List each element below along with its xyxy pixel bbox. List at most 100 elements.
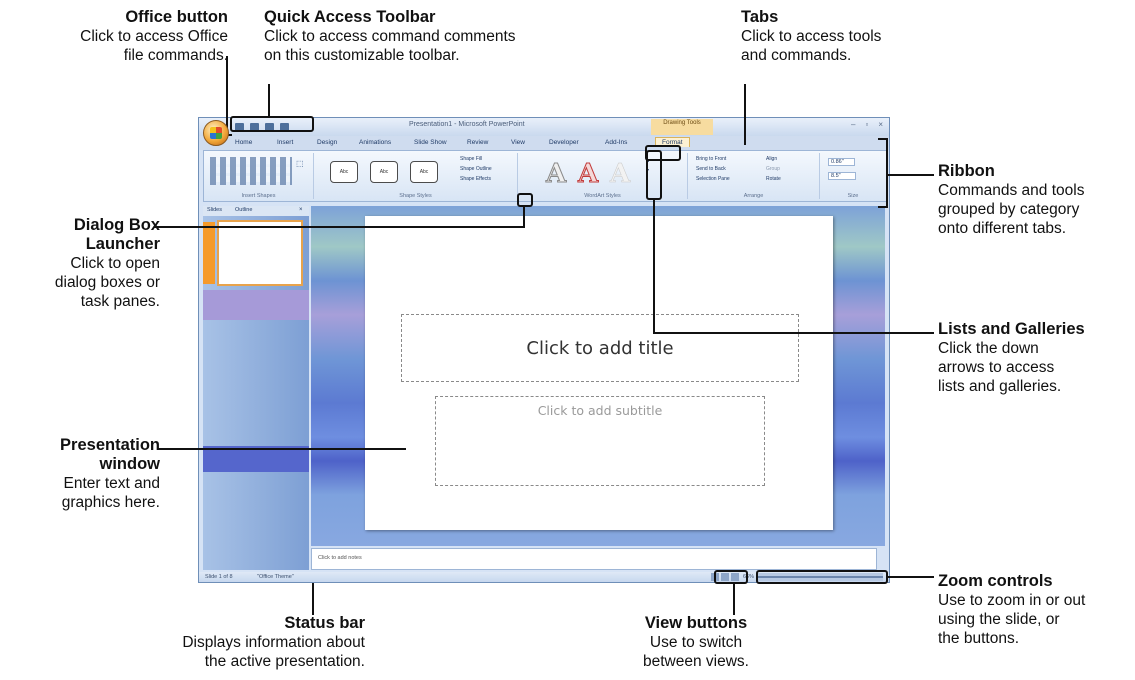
rotate-button[interactable]: Rotate: [766, 176, 781, 182]
group-arrange: Bring to Front Send to Back Selection Pa…: [688, 153, 820, 199]
maximize-icon[interactable]: ▫: [865, 120, 868, 129]
height-input[interactable]: 0.86": [828, 158, 855, 166]
window-controls: – ▫ ×: [851, 120, 883, 129]
leader-line: [523, 206, 525, 228]
tab-animations[interactable]: Animations: [359, 139, 391, 146]
slides-pane: Slides Outline ×: [203, 206, 309, 570]
callout-line: using the slide, or: [938, 611, 1060, 628]
shape-outline-button[interactable]: Shape Outline: [460, 166, 492, 172]
tab-design[interactable]: Design: [317, 139, 337, 146]
pane-band: [203, 290, 309, 320]
leader-line: [744, 84, 746, 145]
callout-title: Presentation: [60, 436, 160, 454]
slide-thumbnail[interactable]: [217, 220, 303, 286]
callout-line: Click to access tools: [741, 28, 882, 45]
width-input[interactable]: 8.5": [828, 172, 856, 180]
callout-line: Click to access Office: [80, 28, 228, 45]
minimize-icon[interactable]: –: [851, 120, 855, 129]
office-button[interactable]: [203, 120, 229, 146]
tab-slides[interactable]: Slides: [207, 207, 222, 213]
selected-slide-marker: [203, 222, 215, 284]
group-shape-styles: Abc Abc Abc Shape Fill Shape Outline Sha…: [314, 153, 518, 199]
leader-line: [226, 56, 228, 136]
leader-line: [733, 583, 735, 615]
app-title: Presentation1 - Microsoft PowerPoint: [409, 121, 525, 128]
tab-slide-show[interactable]: Slide Show: [414, 139, 447, 146]
callout-line: Use to switch: [649, 634, 743, 651]
leader-line: [154, 226, 525, 228]
callout-title: Zoom controls: [938, 572, 1053, 590]
subtitle-placeholder-text: Click to add subtitle: [537, 403, 663, 418]
callout-line: dialog boxes or: [54, 274, 160, 291]
callout-view-buttons: View buttons Use to switch between views…: [616, 614, 776, 671]
ribbon: ⬚ Insert Shapes Abc Abc Abc Shape Fill S…: [203, 150, 887, 202]
callout-title: Status bar: [284, 614, 365, 632]
wordart-style-2[interactable]: A: [577, 159, 598, 190]
callout-lists-galleries: Lists and Galleries Click the down arrow…: [938, 320, 1128, 396]
slide-canvas[interactable]: Click to add title Click to add subtitle: [365, 216, 833, 530]
close-icon[interactable]: ×: [878, 120, 883, 129]
callout-zoom-controls: Zoom controls Use to zoom in or out usin…: [938, 572, 1128, 648]
send-to-back-button[interactable]: Send to Back: [696, 166, 726, 172]
tab-home[interactable]: Home: [235, 139, 252, 146]
ribbon-tabs: Home Insert Design Animations Slide Show…: [199, 136, 889, 150]
group-label: Insert Shapes: [241, 193, 276, 199]
bring-to-front-button[interactable]: Bring to Front: [696, 156, 726, 162]
callout-title: Quick Access Toolbar: [264, 8, 436, 26]
group-label: Arrange: [743, 193, 764, 199]
edit-shape-icon[interactable]: ⬚: [296, 159, 304, 168]
shape-effects-button[interactable]: Shape Effects: [460, 176, 491, 182]
close-pane-icon[interactable]: ×: [299, 207, 303, 213]
leader-line: [886, 174, 934, 176]
tab-insert[interactable]: Insert: [277, 139, 293, 146]
callout-title: Lists and Galleries: [938, 320, 1085, 338]
callout-quick-access-toolbar: Quick Access Toolbar Click to access com…: [264, 8, 624, 65]
leader-line: [878, 206, 888, 208]
tab-view[interactable]: View: [511, 139, 525, 146]
callout-line: on this customizable toolbar.: [264, 47, 460, 64]
tab-review[interactable]: Review: [467, 139, 488, 146]
shape-style-3[interactable]: Abc: [410, 161, 438, 183]
highlight-zoom-controls: [756, 570, 888, 584]
callout-line: Click to open: [70, 255, 160, 272]
title-placeholder[interactable]: Click to add title: [401, 314, 799, 382]
leader-line: [312, 583, 314, 615]
notes-pane[interactable]: Click to add notes: [311, 548, 877, 570]
callout-line: the active presentation.: [204, 653, 365, 670]
notes-placeholder: Click to add notes: [318, 555, 362, 561]
title-placeholder-text: Click to add title: [526, 337, 674, 359]
callout-title: Ribbon: [938, 162, 995, 180]
callout-tabs: Tabs Click to access tools and commands.: [741, 8, 941, 65]
group-button[interactable]: Group: [766, 166, 780, 172]
leader-line: [268, 84, 270, 116]
highlight-gallery-arrows: [646, 150, 662, 200]
callout-line: onto different tabs.: [938, 220, 1067, 237]
shape-style-2[interactable]: Abc: [370, 161, 398, 183]
callout-line: Commands and tools: [938, 182, 1085, 199]
status-slide-count: Slide 1 of 8: [205, 574, 233, 580]
leader-line: [653, 199, 655, 334]
callout-line: grouped by category: [938, 201, 1080, 218]
shapes-gallery[interactable]: [210, 157, 292, 185]
callout-title: Launcher: [85, 235, 160, 253]
leader-line: [878, 138, 888, 140]
shape-fill-button[interactable]: Shape Fill: [460, 156, 482, 162]
group-label: Shape Styles: [399, 193, 432, 199]
subtitle-placeholder[interactable]: Click to add subtitle: [435, 396, 765, 486]
tab-developer[interactable]: Developer: [549, 139, 579, 146]
callout-line: Use to zoom in or out: [938, 592, 1086, 609]
tab-add-ins[interactable]: Add-Ins: [605, 139, 627, 146]
callout-line: the buttons.: [938, 630, 1020, 647]
callout-dialog-box-launcher: Dialog Box Launcher Click to open dialog…: [18, 216, 160, 311]
callout-status-bar: Status bar Displays information about th…: [100, 614, 365, 671]
highlight-dialog-launcher: [517, 193, 533, 207]
selection-pane-button[interactable]: Selection Pane: [696, 176, 730, 182]
callout-line: between views.: [643, 653, 749, 670]
wordart-style-1[interactable]: A: [545, 159, 566, 190]
shape-style-1[interactable]: Abc: [330, 161, 358, 183]
tab-outline[interactable]: Outline: [235, 207, 252, 213]
align-button[interactable]: Align: [766, 156, 777, 162]
highlight-view-buttons: [714, 570, 748, 584]
wordart-style-3[interactable]: A: [610, 159, 631, 190]
group-insert-shapes: ⬚ Insert Shapes: [204, 153, 314, 199]
